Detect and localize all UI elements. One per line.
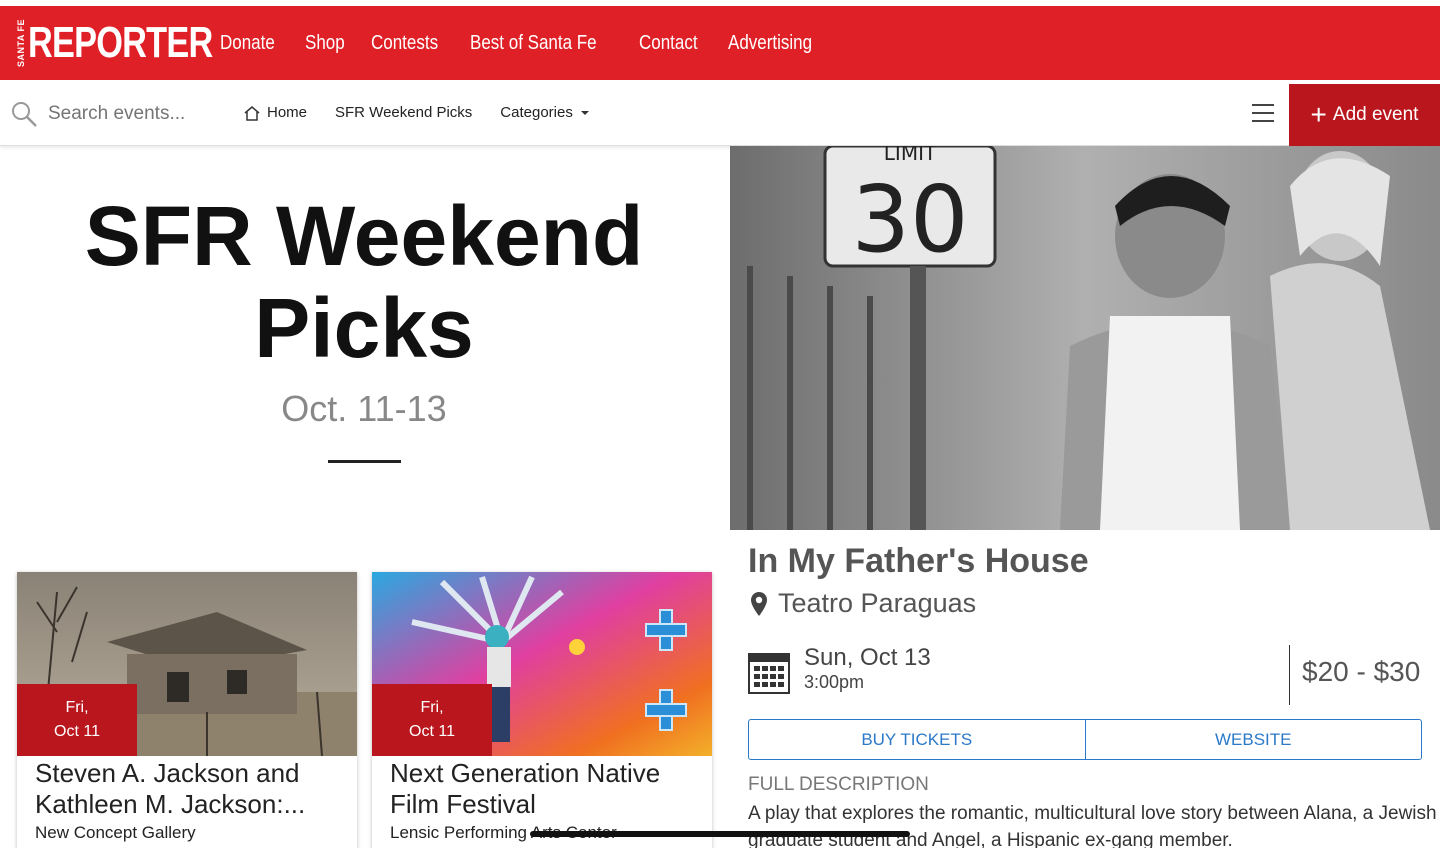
main-nav: Donate Shop Contests Best of Santa Fe Co… [220, 6, 847, 80]
home-indicator[interactable] [530, 831, 910, 837]
search-input[interactable] [48, 103, 228, 125]
nav-contact[interactable]: Contact [639, 32, 698, 55]
card-title[interactable]: Steven A. Jackson and Kathleen M. Jackso… [17, 756, 357, 820]
speed-limit-sign-number: 30 [851, 166, 968, 273]
add-event-label: Add event [1332, 104, 1419, 125]
date-range: Oct. 11-13 [281, 388, 447, 429]
event-day: Sun, Oct 13 [804, 644, 931, 671]
event-price: $20 - $30 [1302, 656, 1421, 687]
buy-tickets-button[interactable]: BUY TICKETS [749, 720, 1086, 759]
event-datetime: Sun, Oct 13 3:00pm [748, 644, 931, 694]
nav-sfr-weekend-picks[interactable]: SFR Weekend Picks [335, 104, 472, 121]
card-date-badge: Fri, Oct 11 [372, 684, 492, 756]
card-venue: New Concept Gallery [35, 823, 196, 842]
card-image-native-art: Fri, Oct 11 [372, 572, 712, 756]
search-box [10, 100, 228, 128]
card-date: Oct 11 [54, 723, 100, 740]
card-date-badge: Fri, Oct 11 [17, 684, 137, 756]
events-nav: Home SFR Weekend Picks Categories [243, 104, 620, 121]
add-event-button[interactable]: + Add event [1289, 84, 1440, 146]
logo-city: SANTA FE [16, 19, 26, 67]
event-card[interactable]: Fri, Oct 11 Next Generation Native Film … [372, 572, 712, 848]
event-venue: Teatro Paraguas [750, 588, 976, 619]
categories-dropdown[interactable]: Categories [500, 104, 592, 121]
calendar-icon [748, 653, 790, 694]
card-title[interactable]: Next Generation Native Film Festival [372, 756, 712, 820]
event-title: In My Father's House [748, 542, 1089, 580]
categories-label: Categories [500, 104, 573, 121]
caret-down-icon [580, 110, 589, 115]
event-hero-image: 30 LIMIT [730, 146, 1440, 530]
event-venue-label: Teatro Paraguas [778, 588, 977, 618]
price-divider [1289, 645, 1290, 705]
website-button[interactable]: WEBSITE [1086, 720, 1422, 759]
nav-donate[interactable]: Donate [220, 32, 275, 55]
event-actions: BUY TICKETS WEBSITE [748, 719, 1422, 760]
nav-advertising[interactable]: Advertising [728, 32, 812, 55]
nav-picks-label: SFR Weekend Picks [335, 104, 473, 121]
description-label: FULL DESCRIPTION [748, 774, 929, 795]
nav-home[interactable]: Home [243, 104, 307, 121]
page-title: SFR Weekend Picks [84, 189, 644, 375]
site-header: SANTA FE REPORTER Donate Shop Contests B… [0, 6, 1440, 80]
card-day: Fri, [420, 699, 444, 716]
map-pin-icon [751, 591, 767, 616]
title-divider [328, 460, 401, 463]
event-time: 3:00pm [804, 672, 865, 692]
card-date: Oct 11 [409, 723, 455, 740]
nav-shop[interactable]: Shop [305, 32, 345, 55]
nav-best-of-santa-fe[interactable]: Best of Santa Fe [470, 32, 597, 55]
card-day: Fri, [65, 699, 89, 716]
nav-contests[interactable]: Contests [371, 32, 438, 55]
speed-limit-sign-label: LIMIT [884, 146, 937, 165]
event-card[interactable]: Fri, Oct 11 Steven A. Jackson and Kathle… [17, 572, 357, 848]
search-icon [12, 102, 37, 127]
logo-wordmark: REPORTER [28, 18, 213, 67]
events-toolbar: Home SFR Weekend Picks Categories + Add … [0, 84, 1440, 146]
plus-icon: + [1310, 99, 1327, 130]
home-icon [244, 105, 260, 121]
menu-icon[interactable] [1252, 104, 1274, 124]
card-image-old-house: Fri, Oct 11 [17, 572, 357, 756]
event-description: A play that explores the romantic, multi… [748, 803, 1437, 848]
nav-home-label: Home [267, 104, 308, 121]
